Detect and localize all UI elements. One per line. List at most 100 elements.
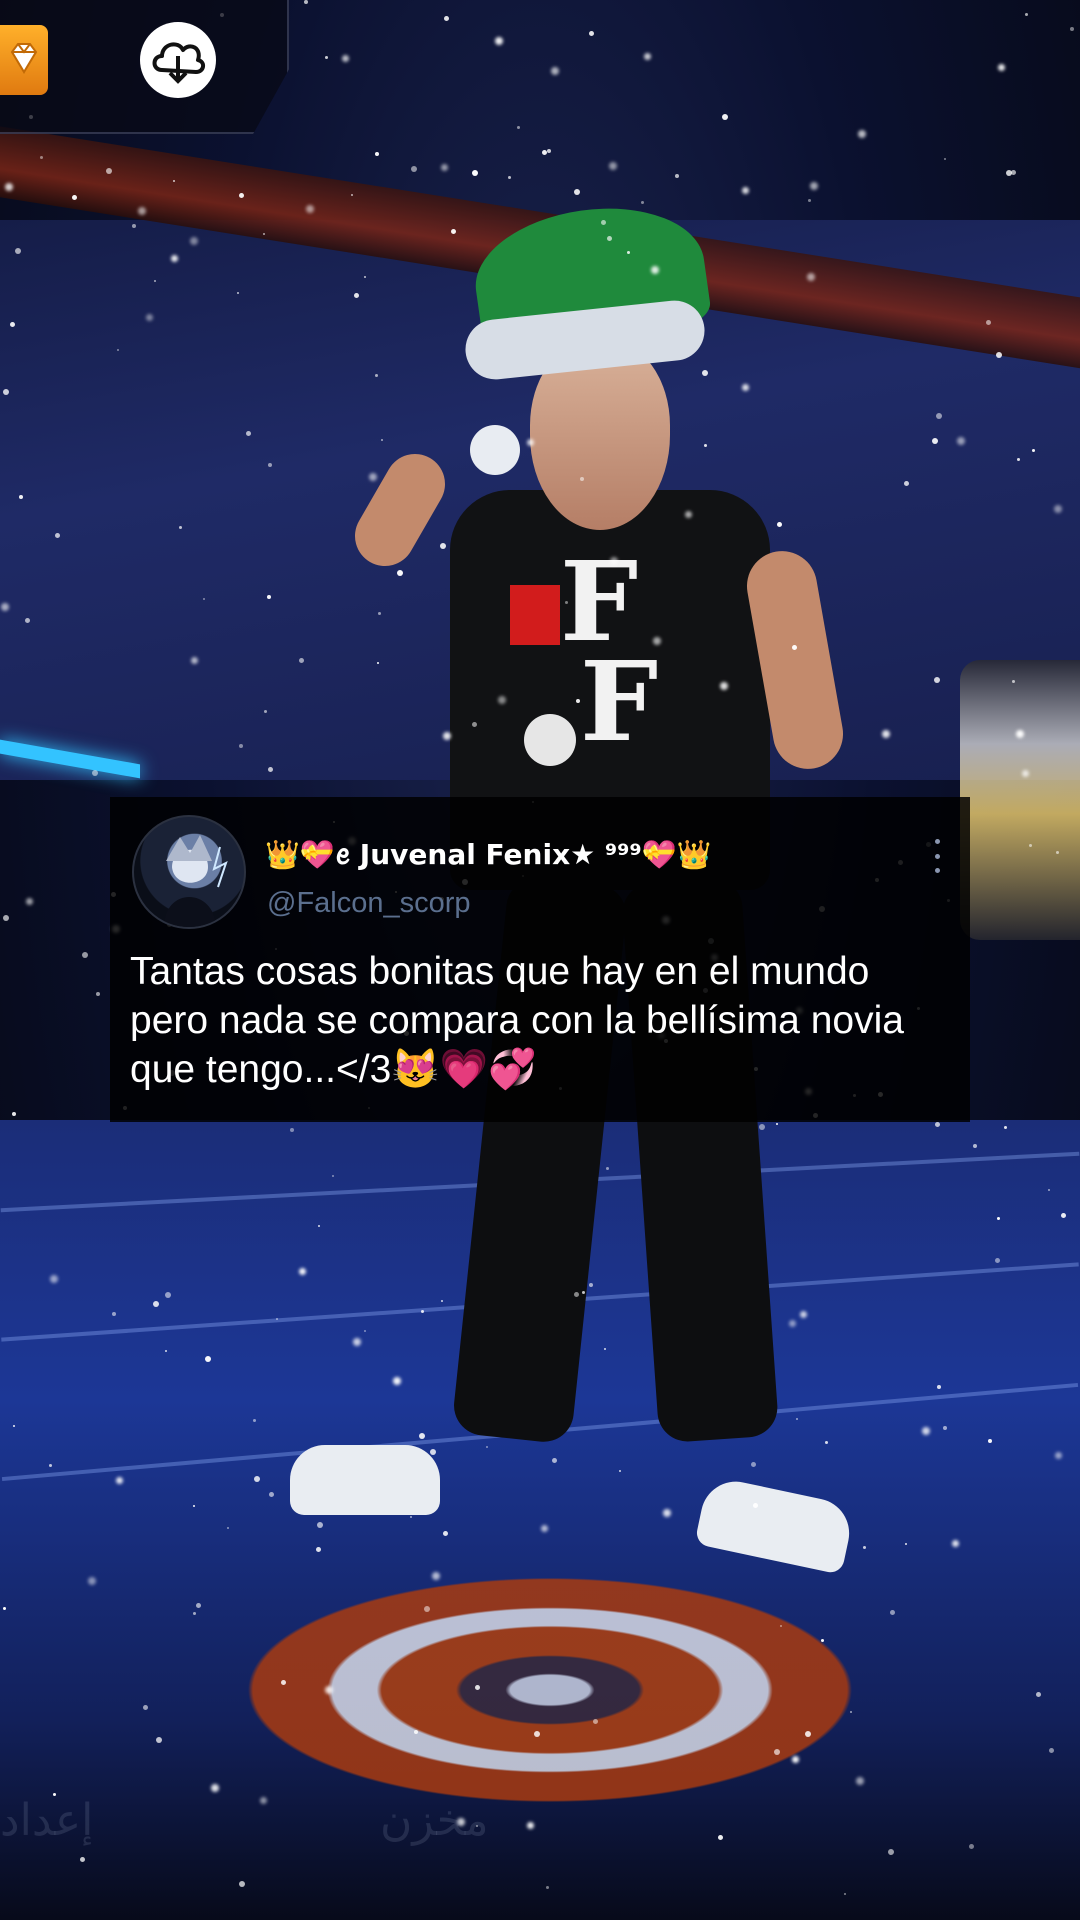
snowflake	[574, 1292, 579, 1297]
snowflake	[527, 439, 534, 446]
snowflake	[3, 389, 9, 395]
snowflake	[325, 1686, 333, 1694]
character-shoe-right	[694, 1475, 856, 1575]
snowflake	[451, 229, 456, 234]
snowflake	[414, 1730, 418, 1734]
snowflake	[3, 1607, 6, 1610]
snowflake	[858, 130, 866, 138]
snowflake	[1016, 730, 1024, 738]
snowflake	[15, 248, 21, 254]
snowflake	[589, 31, 594, 36]
snowflake	[1032, 449, 1035, 452]
snowflake	[932, 438, 938, 444]
snowflake	[10, 322, 15, 327]
snowflake	[268, 463, 272, 467]
snowflake	[1, 603, 9, 611]
snowflake	[419, 1433, 425, 1439]
snowflake	[1061, 1213, 1066, 1218]
snowflake	[582, 1291, 585, 1294]
snowflake	[281, 1680, 286, 1685]
snowflake	[986, 320, 991, 325]
snowflake	[276, 1318, 278, 1320]
snowflake	[227, 1527, 229, 1529]
snowflake	[72, 195, 77, 200]
bottom-label-settings[interactable]: إعداد	[0, 1795, 93, 1846]
snowflake	[1036, 1692, 1041, 1697]
snowflake	[92, 770, 98, 776]
snowflake	[805, 1731, 811, 1737]
snowflake	[165, 1292, 171, 1298]
snowflake	[718, 1835, 723, 1840]
snowflake	[179, 526, 182, 529]
snowflake	[263, 233, 265, 235]
snowflake	[936, 413, 942, 419]
snowflake	[619, 1470, 621, 1472]
snowflake	[606, 1167, 609, 1170]
snowflake	[239, 744, 243, 748]
snowflake	[593, 1719, 598, 1724]
snowflake	[440, 543, 446, 549]
snowflake	[472, 722, 477, 727]
snowflake	[742, 384, 749, 391]
snowflake	[943, 1426, 947, 1430]
snowflake	[430, 1449, 436, 1455]
snowflake	[576, 699, 580, 703]
snowflake	[685, 511, 692, 518]
snowflake	[154, 280, 156, 282]
user-handle[interactable]: @Falcon_scorp	[267, 887, 471, 920]
snowflake	[40, 156, 43, 159]
snowflake	[792, 645, 797, 650]
tweet-card[interactable]: 👑💝ꫀ Juvenal Fenix★ ⁹⁹⁹💝👑 @Falcon_scorp T…	[110, 797, 970, 1122]
snowflake	[807, 273, 815, 281]
snowflake	[495, 37, 503, 45]
snowflake	[443, 1531, 448, 1536]
snowflake	[704, 444, 707, 447]
snowflake	[82, 952, 88, 958]
display-name[interactable]: 👑💝ꫀ Juvenal Fenix★ ⁹⁹⁹💝👑	[265, 827, 712, 886]
snowflake	[780, 1625, 782, 1627]
snowflake	[472, 170, 478, 176]
snowflake	[607, 236, 612, 241]
snowflake	[508, 176, 511, 179]
diamond-button[interactable]	[0, 25, 48, 95]
snowflake	[88, 1577, 96, 1585]
cloud-download-button[interactable]	[140, 22, 216, 98]
snowflake	[332, 1175, 334, 1177]
snowflake	[117, 349, 119, 351]
snowflake	[565, 601, 568, 604]
snowflake	[534, 1731, 540, 1737]
snowflake	[601, 220, 606, 225]
snowflake	[675, 174, 679, 178]
snowflake	[1056, 851, 1059, 854]
snowflake	[443, 732, 451, 740]
snowflake	[237, 292, 239, 294]
snowflake	[143, 1705, 148, 1710]
character-shoe-left	[290, 1445, 440, 1515]
snowflake	[1004, 1126, 1007, 1129]
snowflake	[441, 1300, 443, 1302]
snowflake	[196, 1603, 201, 1608]
more-vertical-icon[interactable]	[932, 839, 942, 873]
snowflake	[604, 1348, 606, 1350]
snowflake	[486, 1446, 488, 1448]
avatar[interactable]	[132, 815, 246, 929]
snowflake	[203, 598, 205, 600]
snowflake	[997, 1217, 1000, 1220]
snowflake	[996, 352, 1002, 358]
bottom-label-store[interactable]: مخزن	[380, 1795, 489, 1846]
snowflake	[49, 1464, 52, 1467]
snowflake	[792, 1756, 799, 1763]
snowflake	[268, 767, 273, 772]
snowflake	[641, 201, 644, 204]
snowflake	[138, 207, 146, 215]
snowflake	[80, 1857, 85, 1862]
snowflake	[498, 696, 506, 704]
snowflake	[527, 1822, 534, 1829]
snowflake	[856, 1777, 864, 1785]
character-arm-left	[344, 443, 456, 577]
snowflake	[299, 658, 304, 663]
snowflake	[574, 189, 580, 195]
snowflake	[651, 266, 659, 274]
snowflake	[354, 293, 359, 298]
snowflake	[421, 1310, 424, 1313]
